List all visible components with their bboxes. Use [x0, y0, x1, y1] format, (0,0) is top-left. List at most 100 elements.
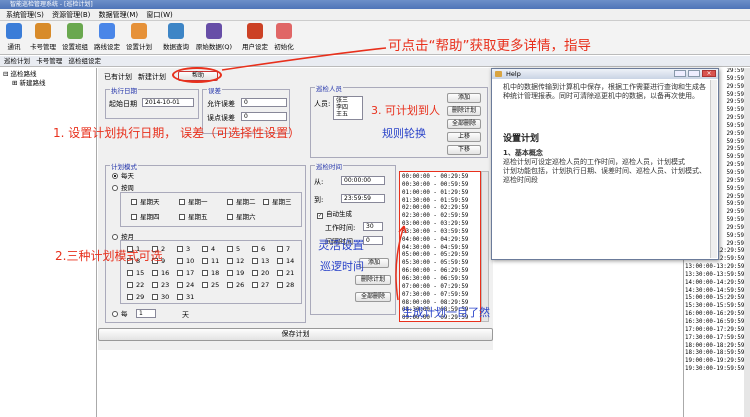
- month-day-checkbox[interactable]: 26: [227, 281, 244, 289]
- month-day-checkbox[interactable]: 14: [277, 257, 294, 265]
- month-day-checkbox[interactable]: 29: [127, 293, 144, 301]
- close-icon[interactable]: ×: [702, 70, 716, 77]
- tab-card[interactable]: 卡号管理: [36, 56, 62, 67]
- month-day-checkbox[interactable]: 6: [252, 245, 265, 253]
- generated-time-row[interactable]: 02:00:00 - 02:29:59: [402, 205, 478, 213]
- right-time-row[interactable]: 17:30:00-17:59:59: [685, 335, 744, 343]
- route-button[interactable]: 路线设定: [92, 23, 122, 53]
- menu-resource[interactable]: 资源管理(B): [52, 9, 90, 21]
- right-time-row[interactable]: 15:00:00-15:29:59: [685, 295, 744, 303]
- generated-time-row[interactable]: 07:00:00 - 07:29:59: [402, 284, 478, 292]
- delete-time-button[interactable]: 删除计划: [355, 275, 391, 285]
- right-time-row[interactable]: 15:30:00-15:59:59: [685, 303, 744, 311]
- month-day-checkbox[interactable]: 17: [177, 269, 194, 277]
- move-up-button[interactable]: 上移: [447, 132, 481, 142]
- right-time-row[interactable]: 17:00:00-17:29:59: [685, 327, 744, 335]
- every-radio[interactable]: 每: [112, 310, 128, 318]
- add-inspector-button[interactable]: 添加: [447, 93, 481, 103]
- generated-time-row[interactable]: 00:00:00 - 00:29:59: [402, 174, 478, 182]
- month-day-checkbox[interactable]: 30: [152, 293, 169, 301]
- tab-group[interactable]: 巡检组设定: [68, 56, 101, 67]
- delete-inspector-button[interactable]: 删除计划: [447, 106, 481, 116]
- inspector-list[interactable]: 张三 李四 王五: [333, 96, 363, 120]
- interval-time-input[interactable]: 0: [363, 236, 383, 245]
- month-day-checkbox[interactable]: 31: [177, 293, 194, 301]
- save-plan-button[interactable]: 保存计划: [98, 328, 493, 341]
- right-time-row[interactable]: 19:30:00-19:59:59: [685, 366, 744, 374]
- allow-error-input[interactable]: 0: [241, 98, 287, 107]
- month-day-checkbox[interactable]: 24: [177, 281, 194, 289]
- right-time-row[interactable]: 13:00:00-13:29:59: [685, 264, 744, 272]
- move-down-button[interactable]: 下移: [447, 145, 481, 155]
- month-day-checkbox[interactable]: 15: [127, 269, 144, 277]
- right-time-row[interactable]: 14:00:00-14:29:59: [685, 280, 744, 288]
- query-button[interactable]: 数据查询: [160, 23, 192, 53]
- month-day-checkbox[interactable]: 11: [202, 257, 219, 265]
- generated-time-row[interactable]: 06:30:00 - 06:59:59: [402, 276, 478, 284]
- weekly-radio[interactable]: 按周: [112, 184, 134, 192]
- tab-existing-plan[interactable]: 已有计划: [104, 72, 132, 82]
- right-time-row[interactable]: 13:30:00-13:59:59: [685, 272, 744, 280]
- group-button[interactable]: 设置班组: [60, 23, 90, 53]
- month-day-checkbox[interactable]: 27: [252, 281, 269, 289]
- generated-time-row[interactable]: 03:00:00 - 03:29:59: [402, 221, 478, 229]
- help-scrollbar[interactable]: [710, 80, 717, 258]
- month-day-checkbox[interactable]: 21: [277, 269, 294, 277]
- tab-new-plan[interactable]: 新建计划: [138, 72, 166, 82]
- daily-radio[interactable]: 每天: [112, 172, 134, 180]
- month-day-checkbox[interactable]: 4: [202, 245, 215, 253]
- clear-time-button[interactable]: 全部删除: [355, 292, 391, 302]
- card-button[interactable]: 卡号管理: [28, 23, 58, 53]
- month-day-checkbox[interactable]: 5: [227, 245, 240, 253]
- generated-time-row[interactable]: 01:00:00 - 01:29:59: [402, 190, 478, 198]
- tree-root[interactable]: ⊟ 巡检路线: [3, 70, 93, 79]
- month-day-checkbox[interactable]: 25: [202, 281, 219, 289]
- menu-data[interactable]: 数据管理(M): [99, 9, 139, 21]
- month-day-checkbox[interactable]: 10: [177, 257, 194, 265]
- right-time-row[interactable]: 16:30:00-16:59:59: [685, 319, 744, 327]
- to-time-input[interactable]: 23:59:59: [341, 194, 385, 203]
- right-time-row[interactable]: 14:30:00-14:59:59: [685, 288, 744, 296]
- minimize-icon[interactable]: [674, 70, 686, 77]
- generated-time-row[interactable]: 02:30:00 - 02:59:59: [402, 213, 478, 221]
- generated-time-row[interactable]: 06:00:00 - 06:29:59: [402, 268, 478, 276]
- auto-generate-checkbox[interactable]: ✓ 自动生成: [317, 210, 352, 219]
- generated-time-list[interactable]: 00:00:00 - 00:29:59 00:30:00 - 00:59:59 01…: [399, 171, 481, 322]
- menu-window[interactable]: 窗口(W): [146, 9, 172, 21]
- generated-time-row[interactable]: 04:00:00 - 04:29:59: [402, 237, 478, 245]
- generated-time-row[interactable]: 07:30:00 - 07:59:59: [402, 292, 478, 300]
- month-day-checkbox[interactable]: 16: [152, 269, 169, 277]
- month-day-checkbox[interactable]: 3: [177, 245, 190, 253]
- right-time-row[interactable]: 19:00:00-19:29:59: [685, 358, 744, 366]
- month-day-checkbox[interactable]: 18: [202, 269, 219, 277]
- month-day-checkbox[interactable]: 28: [277, 281, 294, 289]
- plan-button[interactable]: 设置计划: [124, 23, 154, 53]
- generated-time-row[interactable]: 01:30:00 - 01:59:59: [402, 198, 478, 206]
- month-day-checkbox[interactable]: 19: [227, 269, 244, 277]
- month-day-checkbox[interactable]: 23: [152, 281, 169, 289]
- tab-plan[interactable]: 巡检计划: [4, 56, 30, 67]
- every-days-input[interactable]: 1: [136, 309, 156, 318]
- right-time-row[interactable]: 18:00:00-18:29:59: [685, 343, 744, 351]
- generated-time-row[interactable]: 04:30:00 - 04:59:59: [402, 245, 478, 253]
- work-time-input[interactable]: 30: [363, 222, 383, 231]
- list-scrollbar[interactable]: [481, 171, 489, 322]
- start-date-input[interactable]: 2014-10-01: [142, 98, 194, 107]
- month-day-checkbox[interactable]: 7: [277, 245, 290, 253]
- clear-inspector-button[interactable]: 全部删除: [447, 119, 481, 129]
- month-day-checkbox[interactable]: 12: [227, 257, 244, 265]
- generated-time-row[interactable]: 00:30:00 - 00:59:59: [402, 182, 478, 190]
- maximize-icon[interactable]: [688, 70, 700, 77]
- comm-button[interactable]: 通讯: [3, 23, 25, 53]
- right-time-row[interactable]: 18:30:00-18:59:59: [685, 350, 744, 358]
- month-day-checkbox[interactable]: 13: [252, 257, 269, 265]
- month-day-checkbox[interactable]: 20: [252, 269, 269, 277]
- menu-system[interactable]: 系统管理(S): [6, 9, 44, 21]
- tree-child[interactable]: ⊞ 新建路线: [3, 79, 93, 88]
- right-time-row[interactable]: 16:00:00-16:29:59: [685, 311, 744, 319]
- point-error-input[interactable]: 0: [241, 112, 287, 121]
- generated-time-row[interactable]: 03:30:00 - 03:59:59: [402, 229, 478, 237]
- generated-time-row[interactable]: 05:00:00 - 05:29:59: [402, 252, 478, 260]
- month-day-checkbox[interactable]: 22: [127, 281, 144, 289]
- generated-time-row[interactable]: 05:30:00 - 05:59:59: [402, 260, 478, 268]
